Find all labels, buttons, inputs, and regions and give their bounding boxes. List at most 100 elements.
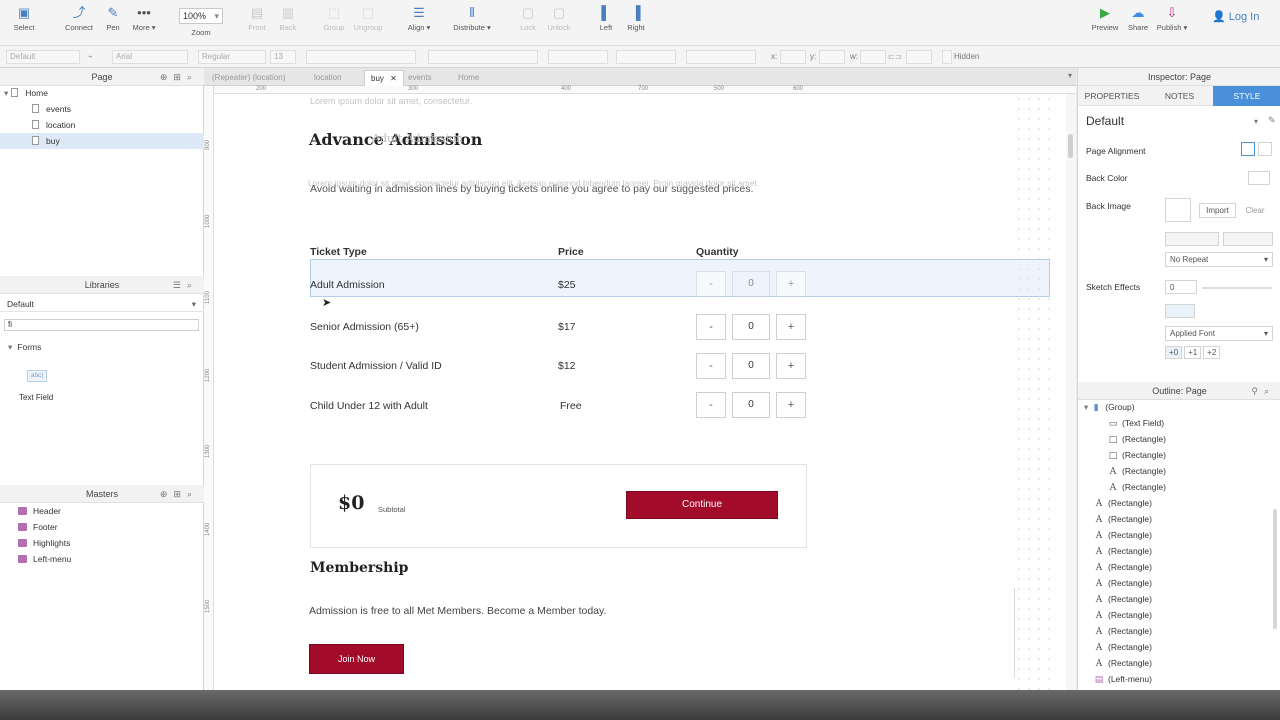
quantity-value[interactable]: 0 [732, 353, 770, 379]
pages-panel-actions[interactable]: ⊕⊞⌕ [160, 68, 198, 86]
align-button[interactable]: ☰ Align ▾ [397, 6, 441, 33]
outline-item-rectangle[interactable]: A (Rectangle) [1078, 559, 1268, 575]
edit-style-icon[interactable]: ✎ [1268, 115, 1276, 126]
page-item-location[interactable]: location [0, 117, 204, 133]
library-group-forms[interactable]: ▾ Forms [0, 339, 204, 355]
text-field-widget-icon[interactable]: abc| [27, 370, 47, 382]
import-image-button[interactable]: Import [1199, 203, 1236, 218]
font-size-select[interactable]: 13 [270, 50, 296, 64]
image-align-buttons[interactable] [1165, 232, 1219, 246]
quantity-value[interactable]: 0 [732, 271, 770, 297]
decrement-button[interactable]: - [696, 271, 726, 297]
master-item-header[interactable]: Header [0, 503, 204, 519]
sketch-value-input[interactable]: 0 [1165, 280, 1197, 294]
outline-item-rectangle[interactable]: A (Rectangle) [1078, 607, 1268, 623]
publish-button[interactable]: ⇩ Publish ▾ [1150, 6, 1194, 33]
outline-item-rectangle[interactable]: A (Rectangle) [1078, 575, 1268, 591]
right-panel-toggle-button[interactable]: ▐ Right [614, 6, 658, 33]
outline-item-text-field[interactable]: ▭ (Text Field) [1078, 415, 1268, 431]
master-item-footer[interactable]: Footer [0, 519, 204, 535]
font-step-0[interactable]: +0 [1165, 346, 1183, 359]
outline-item-rectangle[interactable]: □ (Rectangle) [1078, 447, 1268, 463]
outline-item-left-menu[interactable]: ▤ (Left-menu) [1078, 671, 1268, 687]
page-item-buy[interactable]: buy [0, 133, 204, 149]
outline-item-rectangle[interactable]: A (Rectangle) [1078, 543, 1268, 559]
format-painter-icon[interactable]: ⌁ [88, 52, 93, 61]
page-item-events[interactable]: events [0, 101, 204, 117]
shadow-picker[interactable] [686, 50, 756, 64]
scrollbar-thumb[interactable] [1068, 134, 1073, 158]
back-image-preview[interactable] [1165, 198, 1191, 222]
unlock-button[interactable]: ▢ Unlock [537, 6, 581, 33]
send-back-button[interactable]: ▥ Back [266, 6, 310, 33]
join-now-button[interactable]: Join Now [309, 644, 404, 674]
tab-repeater-location[interactable]: (Repeater) (location) [206, 70, 291, 86]
tab-buy[interactable]: buy ✕ [364, 70, 404, 86]
master-item-left-menu[interactable]: Left-menu [0, 551, 204, 567]
decrement-button[interactable]: - [696, 314, 726, 340]
ungroup-button[interactable]: ⬚ Ungroup [346, 6, 390, 33]
tab-home[interactable]: Home [452, 70, 485, 86]
zoom-select[interactable]: 100% ▾ [179, 8, 223, 24]
increment-button[interactable]: + [776, 271, 806, 297]
increment-button[interactable]: + [776, 314, 806, 340]
x-input[interactable] [780, 50, 806, 64]
login-button[interactable]: 👤 Log In [1212, 10, 1259, 23]
outline-item-rectangle[interactable]: A (Rectangle) [1078, 511, 1268, 527]
continue-button[interactable]: Continue [626, 491, 778, 519]
quantity-stepper-adult[interactable]: - 0 + [696, 271, 808, 297]
quantity-stepper-senior[interactable]: - 0 + [696, 314, 808, 340]
quantity-stepper-child[interactable]: - 0 + [696, 392, 808, 418]
libraries-panel-actions[interactable]: ☰⌕ [173, 276, 198, 294]
sketch-slider[interactable] [1202, 287, 1272, 289]
clear-image-button[interactable]: Clear [1238, 203, 1272, 218]
master-item-highlights[interactable]: Highlights [0, 535, 204, 551]
outline-item-rectangle[interactable]: A (Rectangle) [1078, 495, 1268, 511]
distribute-button[interactable]: ⦀ Distribute ▾ [450, 6, 494, 33]
tab-overflow-icon[interactable]: ▾ [1068, 71, 1072, 80]
y-input[interactable] [819, 50, 845, 64]
outline-item-rectangle[interactable]: A (Rectangle) [1078, 639, 1268, 655]
design-canvas[interactable]: Lorem ipsum dolor sit amet, consectetur.… [214, 94, 1066, 690]
outline-item-rectangle[interactable]: A (Rectangle) [1078, 623, 1268, 639]
outline-item-rectangle[interactable]: A (Rectangle) [1078, 479, 1268, 495]
font-size-steps[interactable]: +0 +1 +2 [1165, 346, 1221, 359]
tab-notes[interactable]: NOTES [1146, 86, 1213, 106]
outline-scrollbar[interactable] [1273, 509, 1277, 629]
hidden-checkbox[interactable] [942, 50, 952, 64]
image-fit-buttons[interactable] [1223, 232, 1273, 246]
select-tool-button[interactable]: ▣ Select [2, 6, 46, 33]
quantity-value[interactable]: 0 [732, 314, 770, 340]
sketch-color-buttons[interactable] [1165, 304, 1195, 318]
masters-panel-actions[interactable]: ⊕⊞⌕ [160, 485, 198, 503]
fill-color-picker[interactable] [548, 50, 608, 64]
tab-properties[interactable]: PROPERTIES [1078, 86, 1146, 106]
outline-item-rectangle[interactable]: □ (Rectangle) [1078, 431, 1268, 447]
library-select[interactable]: Default ▾ [0, 296, 204, 312]
outline-item-rectangle[interactable]: A (Rectangle) [1078, 463, 1268, 479]
outline-item-rectangle[interactable]: A (Rectangle) [1078, 591, 1268, 607]
quantity-value[interactable]: 0 [732, 392, 770, 418]
page-item-home[interactable]: ▾ Home [0, 85, 204, 101]
border-picker[interactable] [616, 50, 676, 64]
outline-panel-actions[interactable]: ⚲⌕ [1251, 382, 1275, 400]
w-input[interactable] [860, 50, 886, 64]
intro-paragraph[interactable]: Avoid waiting in admission lines by buyi… [310, 180, 790, 199]
library-search-input[interactable]: fi [4, 319, 199, 331]
text-align-buttons[interactable] [428, 50, 538, 64]
h-input[interactable] [906, 50, 932, 64]
font-select[interactable]: Arial [112, 50, 188, 64]
repeat-select[interactable]: No Repeat ▾ [1165, 252, 1273, 267]
text-style-buttons[interactable] [306, 50, 416, 64]
decrement-button[interactable]: - [696, 353, 726, 379]
font-family-select[interactable]: Applied Font ▾ [1165, 326, 1273, 341]
link-dimensions-icon[interactable]: ⊏⊐ [888, 52, 901, 61]
quantity-stepper-student[interactable]: - 0 + [696, 353, 808, 379]
outline-item-rectangle[interactable]: A (Rectangle) [1078, 527, 1268, 543]
style-select[interactable]: Default [6, 50, 80, 64]
outline-item-rectangle[interactable]: A (Rectangle) [1078, 655, 1268, 671]
tab-style[interactable]: STYLE [1213, 86, 1280, 106]
tab-location[interactable]: location [308, 70, 348, 86]
font-step-2[interactable]: +2 [1203, 346, 1221, 359]
outline-item-group[interactable]: ▾ ▮ (Group) [1078, 399, 1268, 415]
